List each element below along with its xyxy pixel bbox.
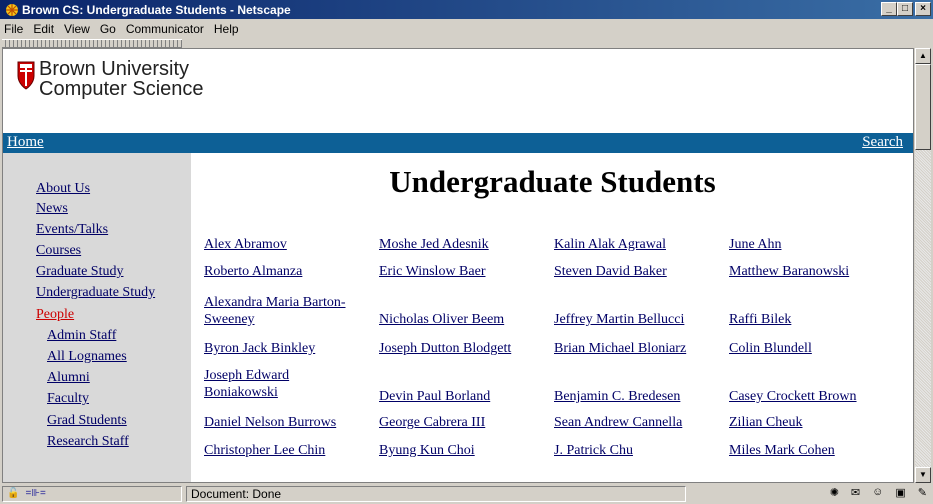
netscape-tray-icon[interactable]: ✺ (830, 486, 839, 499)
nav-undergraduate-study[interactable]: Undergraduate Study (36, 285, 155, 301)
student-link[interactable]: Sean Andrew Cannella (554, 414, 682, 431)
page-content: Brown University Computer Science Home S… (2, 48, 914, 483)
nav-news[interactable]: News (36, 201, 68, 217)
menu-view[interactable]: View (60, 22, 96, 36)
menu-bar: File Edit View Go Communicator Help (0, 19, 933, 39)
student-link[interactable]: Joseph Edward Boniakowski (204, 367, 354, 401)
logo-line1: Brown University (39, 58, 190, 80)
netscape-icon (4, 2, 20, 18)
menu-edit[interactable]: Edit (29, 22, 60, 36)
top-navbar: Home Search (3, 133, 913, 153)
scrollbar-thumb[interactable] (915, 64, 931, 150)
nav-graduate-study[interactable]: Graduate Study (36, 264, 123, 280)
nav-events-talks[interactable]: Events/Talks (36, 222, 108, 238)
student-link[interactable]: Matthew Baranowski (729, 263, 849, 280)
student-link[interactable]: Casey Crockett Brown (729, 388, 857, 405)
scroll-up-button[interactable]: ▲ (915, 48, 931, 64)
nav-grad-students[interactable]: Grad Students (47, 413, 127, 429)
student-link[interactable]: Brian Michael Bloniarz (554, 340, 686, 357)
student-link[interactable]: Byron Jack Binkley (204, 340, 315, 357)
maximize-button[interactable]: □ (897, 2, 913, 16)
close-button[interactable]: × (915, 2, 931, 16)
people-tray-icon[interactable]: ☺ (872, 486, 883, 499)
student-link[interactable]: Alexandra Maria Barton-Sweeney (204, 294, 354, 328)
student-link[interactable]: J. Patrick Chu (554, 442, 633, 459)
logo-line2: Computer Science (39, 78, 204, 100)
search-link[interactable]: Search (862, 134, 903, 151)
mail-tray-icon[interactable]: ✉ (851, 486, 860, 499)
connection-icon: =⊪= (25, 488, 46, 499)
lock-icon: 🔓 (7, 488, 20, 499)
student-link[interactable]: Alex Abramov (204, 236, 287, 253)
student-link[interactable]: George Cabrera III (379, 414, 485, 431)
home-link[interactable]: Home (7, 134, 44, 151)
page-title: Undergraduate Students (389, 164, 716, 199)
student-link[interactable]: Devin Paul Borland (379, 388, 490, 405)
nav-research-staff[interactable]: Research Staff (47, 434, 129, 450)
edit-tray-icon[interactable]: ✎ (918, 486, 927, 499)
security-indicator[interactable]: 🔓 =⊪= (2, 485, 182, 502)
status-bar: 🔓 =⊪= Document: Done ✺ ✉ ☺ ▣ ✎ (0, 483, 933, 504)
nav-people[interactable]: People (36, 307, 74, 323)
student-link[interactable]: Colin Blundell (729, 340, 812, 357)
student-link[interactable]: Jeffrey Martin Bellucci (554, 311, 684, 328)
student-link[interactable]: Raffi Bilek (729, 311, 791, 328)
student-link[interactable]: Steven David Baker (554, 263, 667, 280)
window-titlebar: Brown CS: Undergraduate Students - Netsc… (0, 0, 933, 19)
status-tray: ✺ ✉ ☺ ▣ ✎ (830, 486, 927, 499)
window-title: Brown CS: Undergraduate Students - Netsc… (22, 2, 291, 17)
nav-all-lognames[interactable]: All Lognames (47, 349, 127, 365)
student-link[interactable]: Eric Winslow Baer (379, 263, 485, 280)
composer-tray-icon[interactable]: ▣ (895, 486, 905, 499)
nav-admin-staff[interactable]: Admin Staff (47, 328, 116, 344)
student-link[interactable]: Zilian Cheuk (729, 414, 803, 431)
nav-about-us[interactable]: About Us (36, 181, 90, 197)
collapsed-toolbars[interactable] (2, 39, 182, 48)
student-link[interactable]: Benjamin C. Bredesen (554, 388, 680, 405)
status-text: Document: Done (186, 485, 686, 502)
nav-courses[interactable]: Courses (36, 243, 81, 259)
vertical-scrollbar[interactable]: ▲ ▼ (915, 48, 931, 483)
menu-go[interactable]: Go (96, 22, 122, 36)
student-link[interactable]: Roberto Almanza (204, 263, 302, 280)
sidebar-nav: About Us News Events/Talks Courses Gradu… (3, 153, 191, 482)
student-link[interactable]: Byung Kun Choi (379, 442, 475, 459)
student-link[interactable]: June Ahn (729, 236, 782, 253)
student-link[interactable]: Miles Mark Cohen (729, 442, 835, 459)
minimize-button[interactable]: _ (881, 2, 897, 16)
student-link[interactable]: Kalin Alak Agrawal (554, 236, 666, 253)
nav-alumni[interactable]: Alumni (47, 370, 90, 386)
nav-faculty[interactable]: Faculty (47, 391, 89, 407)
brown-shield-icon (17, 59, 35, 93)
student-link[interactable]: Daniel Nelson Burrows (204, 414, 336, 431)
menu-communicator[interactable]: Communicator (122, 22, 210, 36)
menu-file[interactable]: File (0, 22, 29, 36)
scroll-down-button[interactable]: ▼ (915, 467, 931, 483)
student-link[interactable]: Moshe Jed Adesnik (379, 236, 489, 253)
student-link[interactable]: Nicholas Oliver Beem (379, 311, 504, 328)
menu-help[interactable]: Help (210, 22, 245, 36)
brown-cs-logo[interactable]: Brown University Computer Science (17, 59, 204, 99)
student-link[interactable]: Joseph Dutton Blodgett (379, 340, 511, 357)
student-link[interactable]: Christopher Lee Chin (204, 442, 325, 459)
